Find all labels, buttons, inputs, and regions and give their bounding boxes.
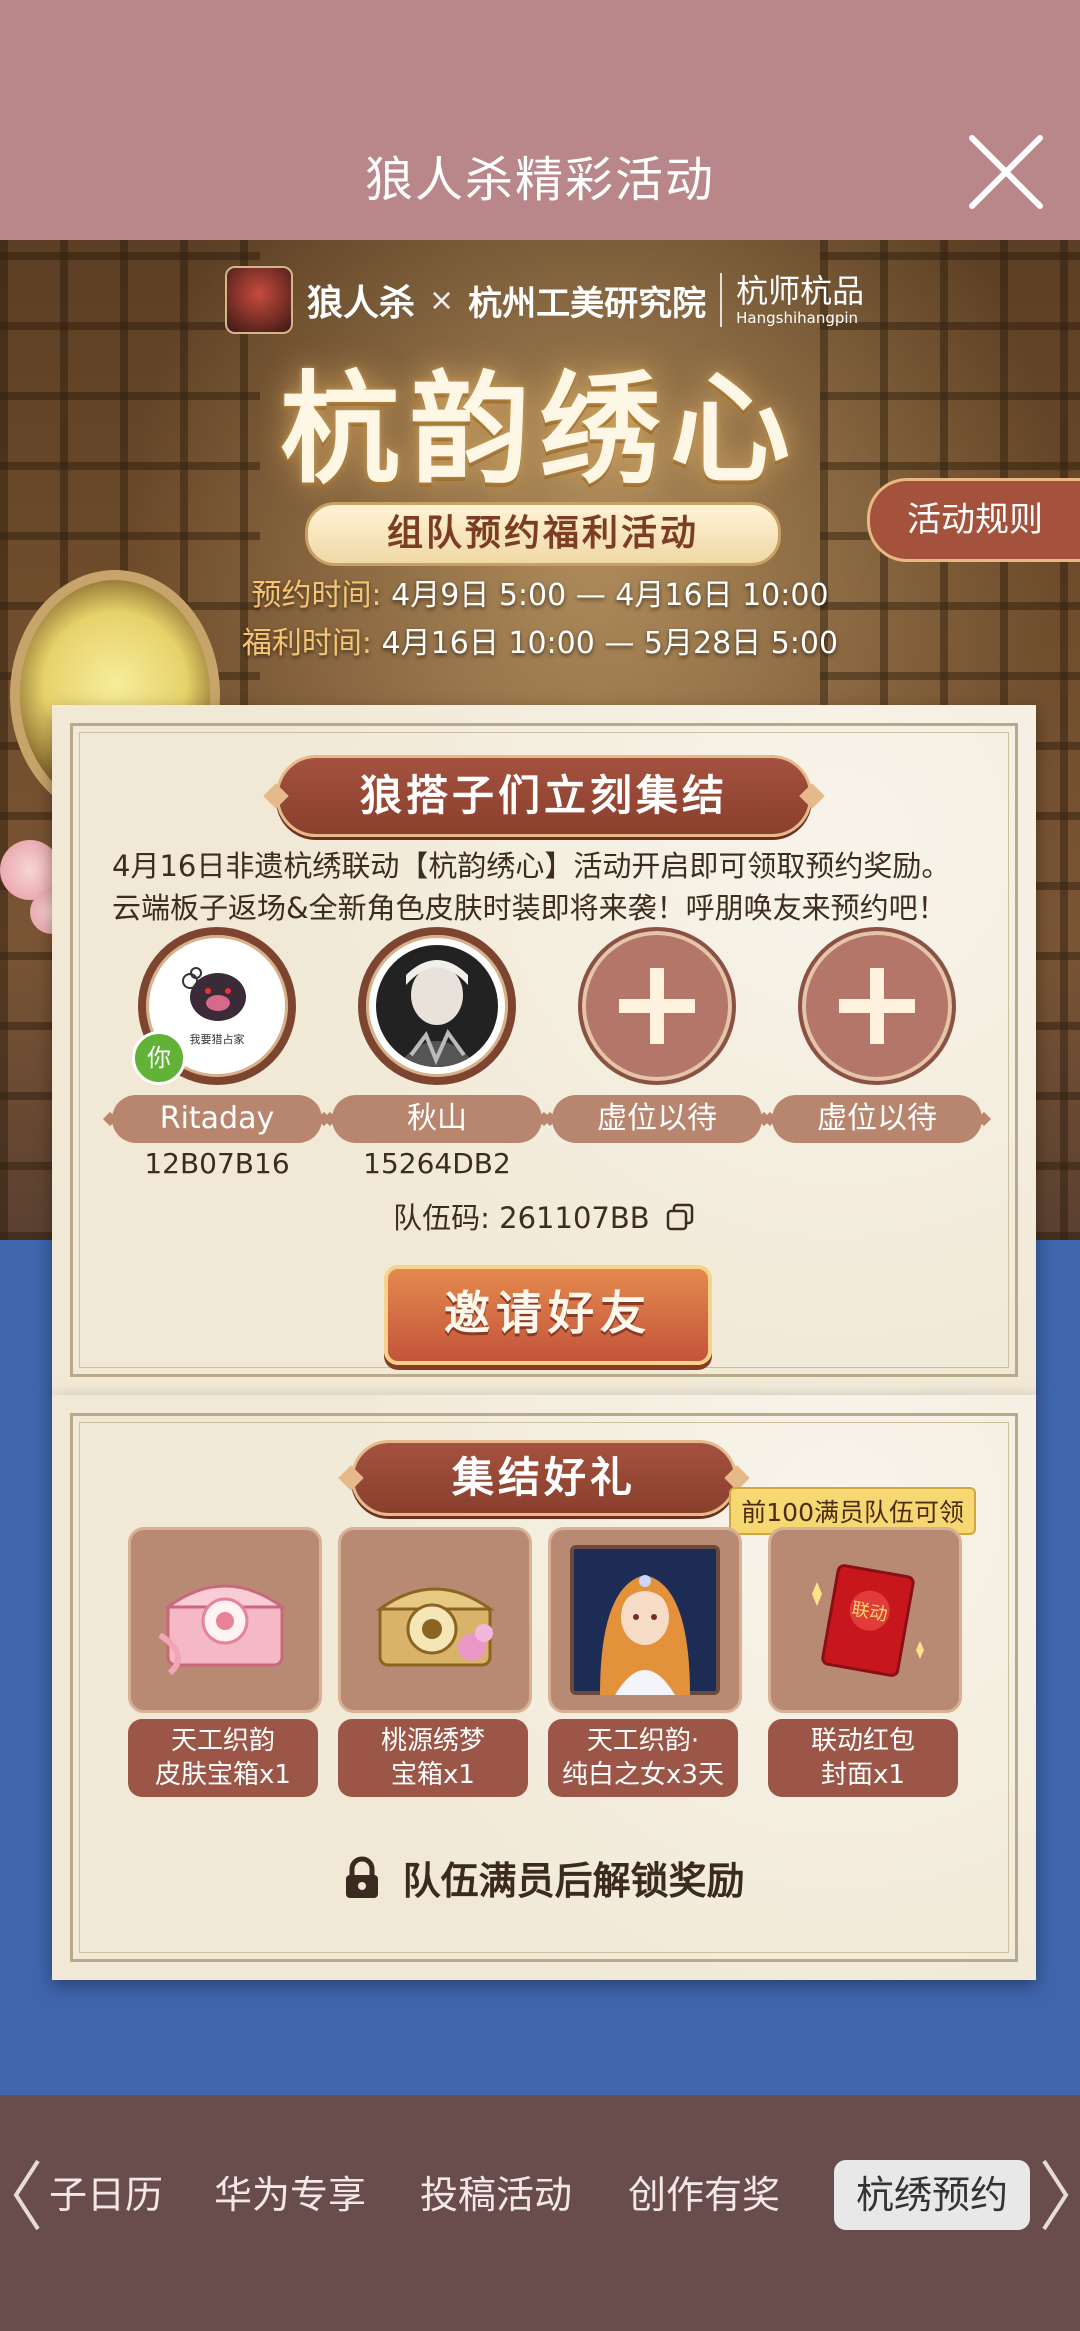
team-member-slot[interactable]: 秋山 15264DB2 [332, 927, 542, 1180]
reward-icon-box [548, 1527, 742, 1713]
rewards-section-title: 集结好礼 [351, 1440, 737, 1516]
avatar-text: 我要猎占家 [190, 1032, 245, 1046]
reward-label: 天工织韵· 纯白之女x3天 [548, 1719, 738, 1797]
event-rules-button[interactable]: 活动规则 [867, 478, 1080, 562]
reward-item[interactable]: 天工织韵 皮肤宝箱x1 [128, 1527, 322, 1797]
member-id: 12B07B16 [144, 1147, 290, 1180]
reward-item[interactable]: 天工织韵· 纯白之女x3天 [548, 1527, 742, 1797]
brand-logo-en: Hangshihangpin [736, 308, 859, 327]
reward-label-line: 纯白之女x3天 [562, 1760, 724, 1790]
reward-label-line: 桃源绣梦 [380, 1726, 485, 1756]
rewards-card: 集结好礼 前100满员队伍可领 天工织韵 皮肤宝箱x1 桃源绣梦 宝箱x1 天工… [52, 1395, 1036, 1980]
add-member-plus-icon[interactable] [798, 927, 956, 1085]
reward-icon-box [338, 1527, 532, 1713]
benefit-time-value: 4月16日 10:00 — 5月28日 5:00 [381, 626, 839, 661]
reward-label: 天工织韵 皮肤宝箱x1 [128, 1719, 318, 1797]
tab-hangxiu-reservation[interactable]: 杭绣预约 [834, 2160, 1030, 2230]
reward-label-line: 皮肤宝箱x1 [155, 1760, 291, 1790]
add-member-plus-icon[interactable] [578, 927, 736, 1085]
collab-x: × [429, 282, 455, 318]
tab-submission[interactable]: 投稿活动 [416, 2160, 576, 2230]
logo-divider [720, 273, 723, 327]
invite-slot[interactable]: 虚位以待 [772, 927, 982, 1143]
reward-icon-box [128, 1527, 322, 1713]
gold-treasure-chest-icon [375, 1587, 495, 1667]
reward-label-line: 宝箱x1 [391, 1760, 475, 1790]
tab-calendar[interactable]: 子日历 [46, 2160, 166, 2230]
brand-logo-cn: 杭师杭品 [736, 271, 865, 310]
team-section-title: 狼搭子们立刻集结 [276, 755, 812, 837]
reward-label-line: 天工织韵 [170, 1726, 275, 1756]
reward-label-line: 天工织韵· [586, 1726, 700, 1756]
team-card: 狼搭子们立刻集结 4月16日非遗杭绣联动【杭韵绣心】活动开启即可领取预约奖励。 … [52, 705, 1036, 1395]
top-header: 狼人杀精彩活动 [0, 0, 1080, 240]
member-id: 15264DB2 [363, 1147, 511, 1180]
reward-item[interactable]: 联动 联动红包 封面x1 [768, 1527, 962, 1797]
reward-label: 桃源绣梦 宝箱x1 [338, 1719, 528, 1797]
event-subtitle: 组队预约福利活动 [305, 502, 781, 566]
team-member-slot[interactable]: 我要猎占家 你 Ritaday 12B07B16 [112, 927, 322, 1180]
team-code-row: 队伍码: 261107BB [52, 1195, 1036, 1239]
member-name: Ritaday [112, 1095, 322, 1143]
close-button[interactable] [966, 132, 1046, 212]
reward-item[interactable]: 桃源绣梦 宝箱x1 [338, 1527, 532, 1797]
brand-logo: 杭师杭品 Hangshihangpin [736, 275, 864, 326]
tab-huawei[interactable]: 华为专享 [210, 2160, 370, 2230]
logo-row: 狼人杀 × 杭州工美研究院 杭师杭品 Hangshihangpin [225, 265, 865, 335]
lock-icon [343, 1856, 381, 1909]
reward-icon-box: 联动 [768, 1527, 962, 1713]
avatar [358, 927, 516, 1085]
reserve-time-label: 预约时间: [251, 578, 382, 613]
unlock-hint: 队伍满员后解锁奖励 [52, 1850, 1036, 1909]
red-envelope-icon: 联动 [812, 1564, 924, 1677]
chevron-right-icon [1042, 2159, 1069, 2231]
reward-label-line: 联动红包 [810, 1726, 915, 1756]
avatar: 我要猎占家 你 [132, 927, 296, 1085]
description-line: 4月16日非遗杭绣联动【杭韵绣心】活动开启即可领取预约奖励。 [112, 849, 951, 883]
reserve-time-value: 4月9日 5:00 — 4月16日 10:00 [391, 578, 829, 613]
benefit-time-line: 福利时间: 4月16日 10:00 — 5月28日 5:00 [0, 618, 1080, 662]
bottom-tab-bar: 子日历 华为专享 投稿活动 创作有奖 杭绣预约 [0, 2095, 1080, 2331]
you-badge: 你 [132, 1031, 186, 1085]
tab-scroll-right-button[interactable] [1038, 2155, 1074, 2235]
benefit-time-label: 福利时间: [241, 626, 373, 661]
close-icon [969, 135, 1043, 209]
chevron-left-icon [13, 2159, 40, 2231]
character-portrait [570, 1545, 720, 1695]
member-name: 秋山 [332, 1095, 542, 1143]
unlock-text: 队伍满员后解锁奖励 [402, 1859, 745, 1903]
partner-name: 杭州工美研究院 [468, 283, 707, 324]
person-avatar-icon [376, 945, 498, 1067]
reward-label: 联动红包 封面x1 [768, 1719, 958, 1797]
slot-label: 虚位以待 [552, 1095, 762, 1143]
description-line: 云端板子返场&全新角色皮肤时装即将来袭！呼朋唤友来预约吧！ [112, 891, 947, 925]
game-logo-text: 狼人杀 [307, 282, 416, 324]
reward-label-line: 封面x1 [821, 1760, 905, 1790]
reserve-time-line: 预约时间: 4月9日 5:00 — 4月16日 10:00 [0, 570, 1080, 614]
game-logo-icon [225, 266, 293, 334]
page-title: 狼人杀精彩活动 [364, 152, 715, 208]
tab-scroll-left-button[interactable] [8, 2155, 44, 2235]
team-code-label: 队伍码: [393, 1201, 490, 1235]
invite-slot[interactable]: 虚位以待 [552, 927, 762, 1143]
pink-treasure-chest-icon [158, 1584, 287, 1676]
team-description: 4月16日非遗杭绣联动【杭韵绣心】活动开启即可领取预约奖励。 云端板子返场&全新… [112, 845, 996, 929]
copy-icon[interactable] [665, 1202, 695, 1239]
team-code-value: 261107BB [499, 1201, 650, 1235]
tab-creation[interactable]: 创作有奖 [624, 2160, 784, 2230]
slot-label: 虚位以待 [772, 1095, 982, 1143]
avatar-image [376, 945, 498, 1067]
invite-friends-button[interactable]: 邀请好友 [384, 1265, 712, 1365]
